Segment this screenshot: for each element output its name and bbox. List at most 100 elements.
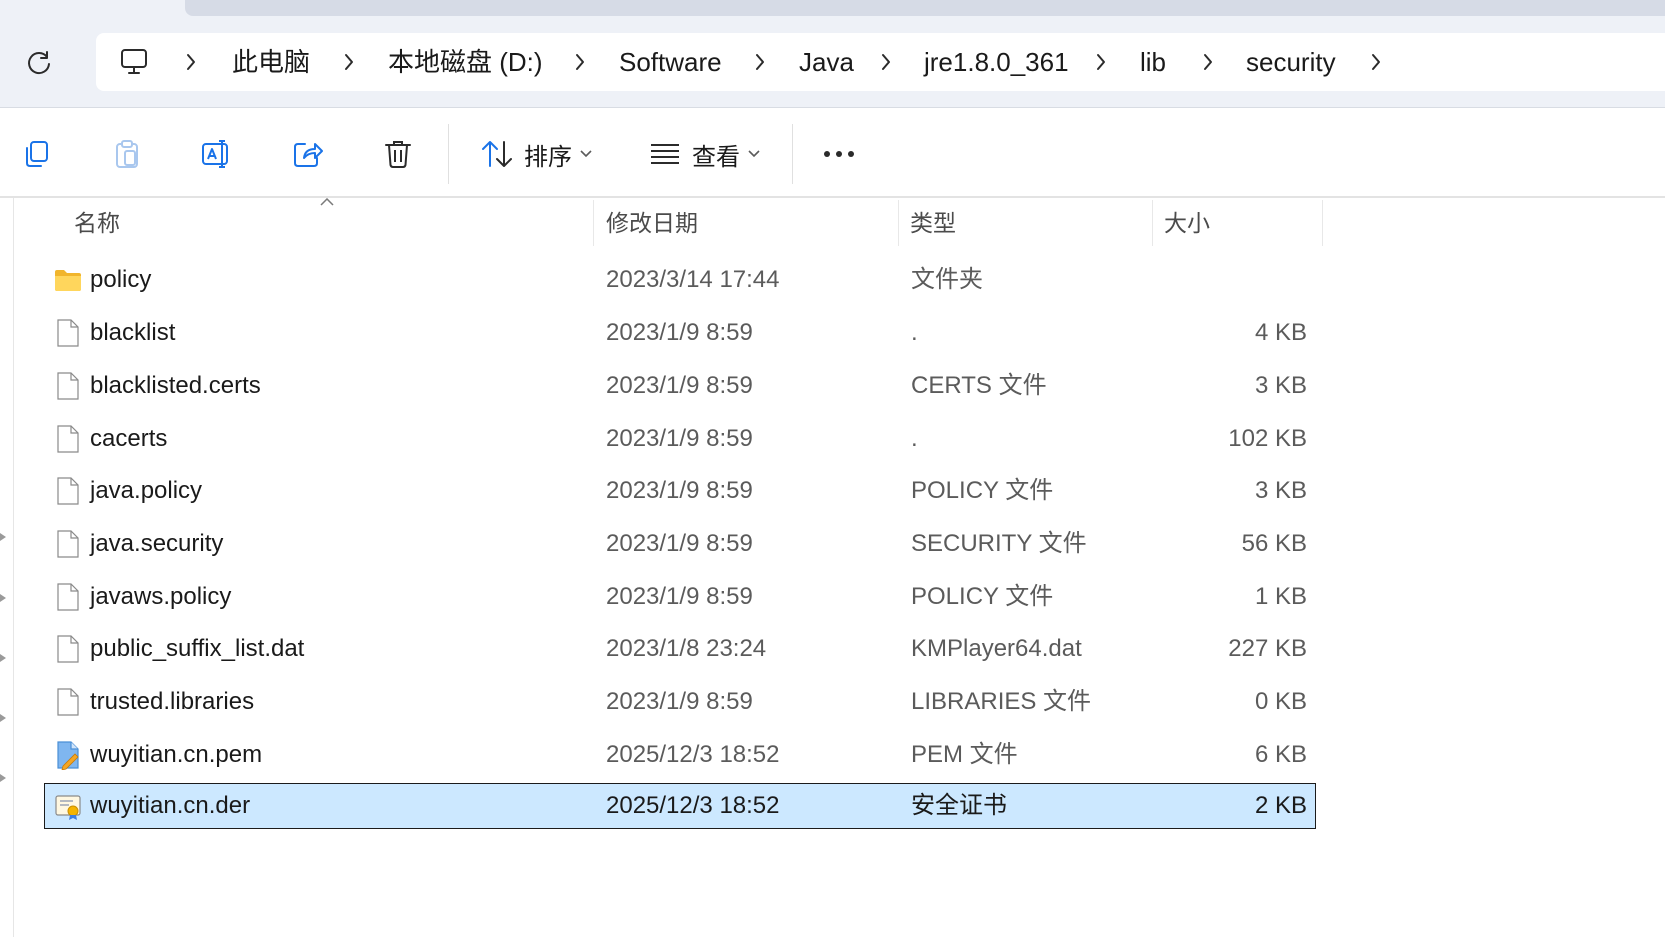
file-icon [57,372,79,400]
breadcrumb-java[interactable]: Java [799,44,854,80]
breadcrumb-lib[interactable]: lib [1140,44,1166,80]
trash-icon [385,141,411,168]
file-row-blacklist[interactable]: blacklist 2023/1/9 8:59 . 4 KB [45,308,1315,358]
share-icon [294,143,323,167]
file-name: public_suffix_list.dat [90,635,305,662]
chevron-down-icon [748,150,760,158]
chevron-right-icon[interactable] [876,50,896,74]
this-pc-button[interactable] [113,44,155,80]
breadcrumb-security[interactable]: security [1246,44,1336,80]
file-size: 0 KB [1254,688,1307,715]
delete-button[interactable] [375,130,421,178]
column-header-type[interactable]: 类型 [910,205,956,241]
file-type: SECURITY 文件 [911,530,1087,557]
file-type: 安全证书 [911,792,1007,819]
sort-button[interactable]: 排序 [472,130,600,178]
file-size: 6 KB [1254,741,1307,768]
file-row-java-policy[interactable]: java.policy 2023/1/9 8:59 POLICY 文件 3 KB [45,466,1315,516]
file-name: blacklisted.certs [90,372,261,399]
chevron-right-icon[interactable] [181,50,201,74]
file-row-cacerts[interactable]: cacerts 2023/1/9 8:59 . 102 KB [45,414,1315,464]
file-size: 3 KB [1254,477,1307,504]
file-row-policy[interactable]: policy 2023/3/14 17:44 文件夹 [45,255,1315,305]
toolbar-divider [448,124,449,184]
column-header-name[interactable]: 名称 [74,205,120,241]
chevron-right-icon[interactable] [1366,50,1386,74]
file-date: 2023/1/9 8:59 [606,425,753,452]
chevron-right-icon[interactable] [339,50,359,74]
column-header-date[interactable]: 修改日期 [606,205,698,241]
paste-button[interactable] [104,130,150,178]
file-row-java-security[interactable]: java.security 2023/1/9 8:59 SECURITY 文件 … [45,519,1315,569]
file-icon [57,477,79,505]
file-date: 2023/1/9 8:59 [606,530,753,557]
copy-button[interactable] [14,130,60,178]
rename-button[interactable] [194,130,240,178]
file-type: POLICY 文件 [911,477,1054,504]
refresh-button[interactable] [20,44,58,82]
file-type: LIBRARIES 文件 [911,688,1092,715]
file-row-trusted-libraries[interactable]: trusted.libraries 2023/1/9 8:59 LIBRARIE… [45,677,1315,727]
rename-icon [202,140,228,168]
file-size: 3 KB [1254,372,1307,399]
file-name: policy [90,266,152,293]
file-icon [57,425,79,453]
file-size: 56 KB [1241,530,1307,557]
file-date: 2025/12/3 18:52 [606,792,780,819]
chevron-right-icon[interactable] [750,50,770,74]
file-size: 1 KB [1254,583,1307,610]
file-name: blacklist [90,319,176,346]
column-header-size[interactable]: 大小 [1164,205,1210,241]
certificate-icon [55,795,81,820]
file-icon [57,530,79,558]
chevron-right-icon[interactable] [1091,50,1111,74]
file-name: cacerts [90,425,168,452]
file-date: 2023/3/14 17:44 [606,266,780,293]
more-icon [824,151,854,157]
file-type: . [911,319,918,346]
file-row-wuyitian-der[interactable]: wuyitian.cn.der 2025/12/3 18:52 安全证书 2 K… [44,783,1316,829]
expand-arrow-icon[interactable] [0,714,6,722]
expand-arrow-icon[interactable] [0,594,6,602]
file-type: CERTS 文件 [911,372,1047,399]
file-icon [57,319,79,347]
column-divider[interactable] [898,200,899,246]
expand-arrow-icon[interactable] [0,654,6,662]
file-size: 227 KB [1228,635,1307,662]
more-options-button[interactable] [814,130,864,178]
file-row-wuyitian-pem[interactable]: wuyitian.cn.pem 2025/12/3 18:52 PEM 文件 6… [45,730,1315,780]
share-button[interactable] [285,130,331,178]
sort-icon [482,141,512,167]
chevron-right-icon[interactable] [570,50,590,74]
file-date: 2023/1/9 8:59 [606,477,753,504]
view-button[interactable]: 查看 [640,130,768,178]
file-name: trusted.libraries [90,688,255,715]
breadcrumb-local-disk[interactable]: 本地磁盘 (D:) [388,44,543,80]
file-date: 2023/1/9 8:59 [606,372,753,399]
file-type: PEM 文件 [911,741,1018,768]
file-row-blacklisted-certs[interactable]: blacklisted.certs 2023/1/9 8:59 CERTS 文件… [45,361,1315,411]
pem-file-icon [57,741,79,770]
breadcrumb-jre[interactable]: jre1.8.0_361 [924,44,1069,80]
column-divider[interactable] [1152,200,1153,246]
file-type: 文件夹 [911,266,983,293]
file-row-public-suffix-list[interactable]: public_suffix_list.dat 2023/1/8 23:24 KM… [45,624,1315,674]
sort-label: 排序 [524,143,572,171]
file-date: 2025/12/3 18:52 [606,741,780,768]
file-date: 2023/1/8 23:24 [606,635,767,662]
column-divider[interactable] [593,200,594,246]
chevron-right-icon[interactable] [1198,50,1218,74]
toolbar-divider [792,124,793,184]
breadcrumb-software[interactable]: Software [619,44,722,80]
file-size: 2 KB [1254,792,1307,819]
file-name: wuyitian.cn.pem [90,741,263,768]
tab-strip [185,0,1665,16]
expand-arrow-icon[interactable] [0,533,6,541]
computer-icon [121,49,147,74]
breadcrumb-this-pc[interactable]: 此电脑 [232,44,310,80]
file-row-javaws-policy[interactable]: javaws.policy 2023/1/9 8:59 POLICY 文件 1 … [45,572,1315,622]
expand-arrow-icon[interactable] [0,774,6,782]
refresh-icon [28,51,50,75]
file-name: javaws.policy [90,583,232,610]
column-divider[interactable] [1322,200,1323,246]
